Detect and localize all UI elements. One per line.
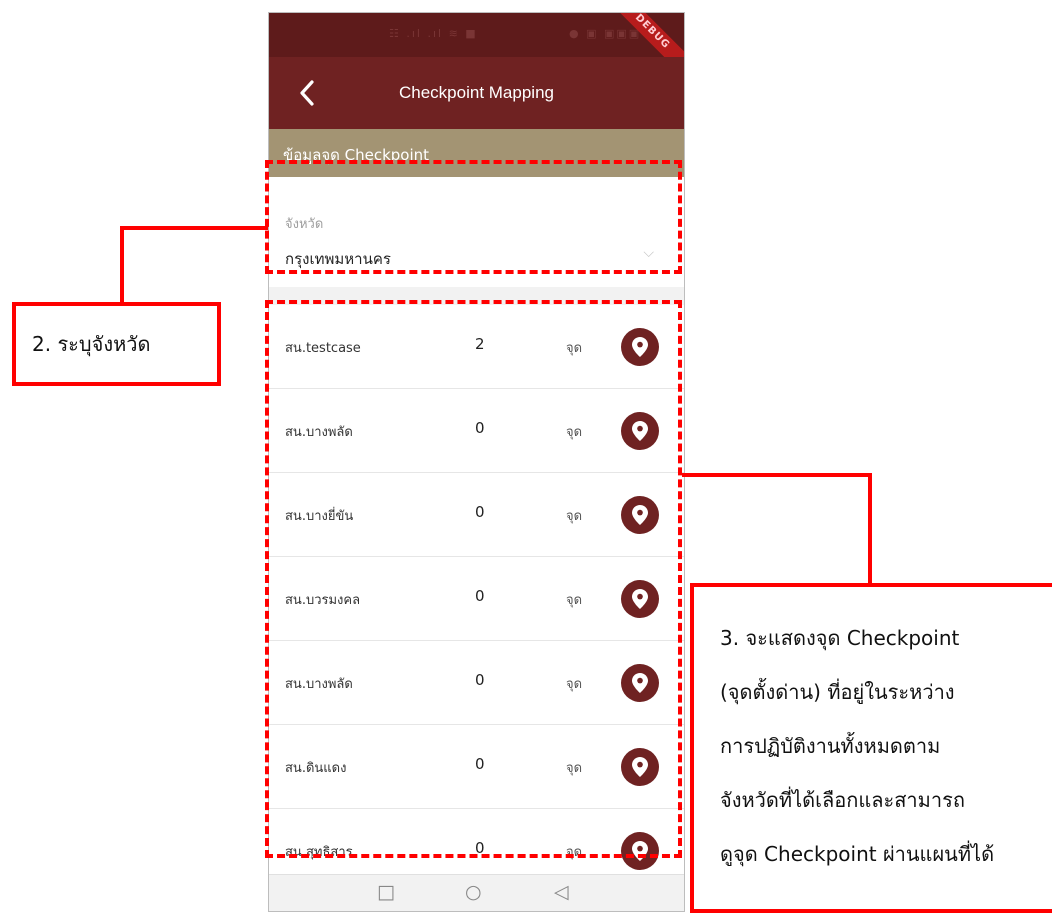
connector-2-vertical (120, 226, 124, 304)
callout-checkpoint-list: 3. จะแสดงจุด Checkpoint (จุดตั้งด่าน) ที่… (690, 583, 1052, 913)
connector-3-vertical (868, 473, 872, 585)
page-title: Checkpoint Mapping (399, 83, 554, 102)
status-bar: ☷ .ıl .ıl ≋ ■ ● ▣ ▣▣▣ DEBUG (269, 13, 684, 81)
android-nav-bar: □ ○ ◁ (269, 874, 684, 911)
app-bar: Checkpoint Mapping (269, 57, 684, 129)
nav-back-button[interactable]: ◁ (554, 881, 569, 903)
callout-line: ดูจุด Checkpoint ผ่านแผนที่ได้ (720, 842, 995, 866)
chevron-left-icon (300, 80, 314, 106)
callout-line: 3. จะแสดงจุด Checkpoint (720, 626, 960, 650)
list-highlight-box (265, 300, 682, 858)
callout-select-province: 2. ระบุจังหวัด (12, 302, 221, 386)
back-button[interactable] (287, 73, 327, 113)
status-icons-right: ● ▣ ▣▣▣ (569, 27, 642, 40)
status-icons-left: ☷ .ıl .ıl ≋ ■ (389, 27, 478, 40)
recent-apps-button[interactable]: □ (377, 881, 395, 903)
connector-3-horizontal (682, 473, 872, 477)
callout-line: จังหวัดที่ได้เลือกและสามารถ (720, 788, 965, 812)
callout-line: การปฏิบัติงานทั้งหมดตาม (720, 734, 941, 758)
callout-line: (จุดตั้งด่าน) ที่อยู่ในระหว่าง (720, 680, 955, 704)
province-highlight-box (265, 160, 682, 274)
home-button[interactable]: ○ (465, 881, 482, 903)
connector-2-horizontal (120, 226, 268, 230)
